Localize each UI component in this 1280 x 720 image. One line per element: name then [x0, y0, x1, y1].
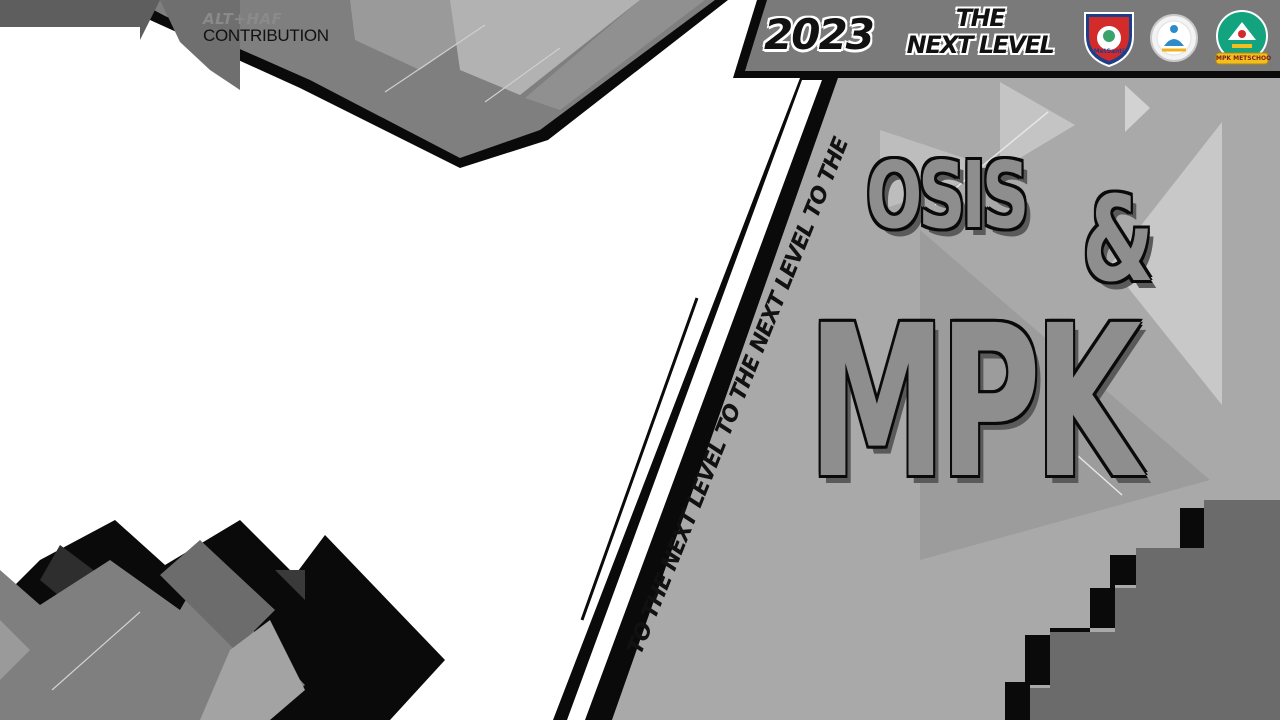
top-white-cut	[0, 27, 140, 40]
mpk-logo-label: MPK METSCHOO	[1216, 55, 1272, 62]
title-osis: OSIS	[866, 142, 1029, 249]
shield-logo-label: MetSanti	[1093, 48, 1125, 55]
credit-line2: CONTRIBUTION	[203, 26, 329, 45]
tagline-line1: THE	[955, 4, 1006, 32]
credit-line1: ALT+HAF	[203, 10, 283, 28]
osis-logo-icon	[1150, 14, 1198, 62]
year-text: 2023	[764, 10, 875, 59]
twibbon-frame: ALT+HAF CONTRIBUTION 2023 THE NEXT LEVEL…	[0, 0, 1280, 720]
credit-text: ALT+HAF CONTRIBUTION	[203, 10, 329, 45]
shield-logo-icon	[1084, 12, 1134, 68]
tagline: THE NEXT LEVEL	[880, 5, 1080, 59]
title-mpk: MPK	[808, 280, 1142, 525]
tagline-line2: NEXT LEVEL	[906, 31, 1055, 59]
